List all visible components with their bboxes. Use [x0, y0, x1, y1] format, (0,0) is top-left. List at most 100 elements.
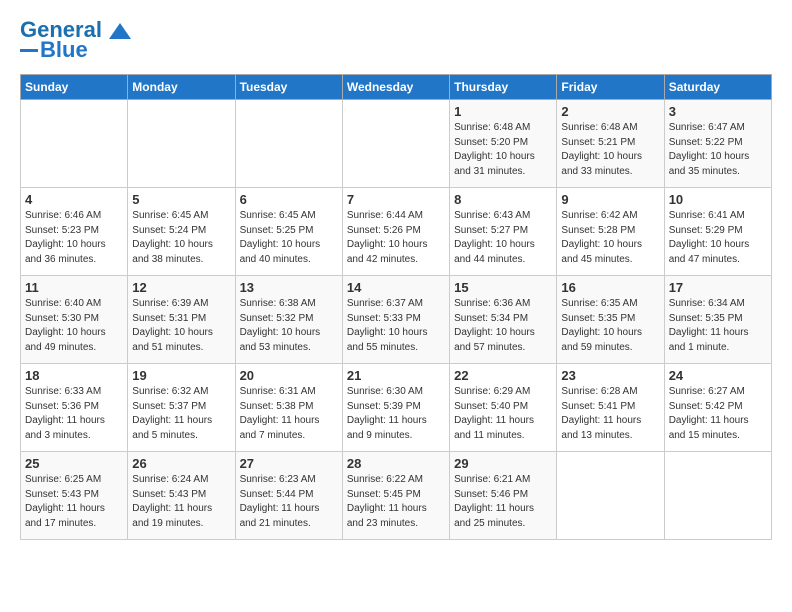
day-number: 18 [25, 368, 123, 383]
day-number: 5 [132, 192, 230, 207]
day-info: Sunrise: 6:48 AM Sunset: 5:20 PM Dayligh… [454, 121, 552, 179]
day-cell: 26 Sunrise: 6:24 AM Sunset: 5:43 PM Dayli… [128, 452, 235, 540]
day-number: 19 [132, 368, 230, 383]
day-cell: 25 Sunrise: 6:25 AM Sunset: 5:43 PM Dayli… [21, 452, 128, 540]
day-cell: 19 Sunrise: 6:32 AM Sunset: 5:37 PM Dayli… [128, 364, 235, 452]
day-info: Sunrise: 6:29 AM Sunset: 5:40 PM Dayligh… [454, 385, 552, 443]
day-info: Sunrise: 6:21 AM Sunset: 5:46 PM Dayligh… [454, 473, 552, 531]
day-cell: 6 Sunrise: 6:45 AM Sunset: 5:25 PM Daylig… [235, 188, 342, 276]
day-cell [342, 100, 449, 188]
header-cell-saturday: Saturday [664, 75, 771, 100]
day-number: 13 [240, 280, 338, 295]
day-cell: 9 Sunrise: 6:42 AM Sunset: 5:28 PM Daylig… [557, 188, 664, 276]
day-number: 15 [454, 280, 552, 295]
day-cell: 1 Sunrise: 6:48 AM Sunset: 5:20 PM Daylig… [450, 100, 557, 188]
day-info: Sunrise: 6:48 AM Sunset: 5:21 PM Dayligh… [561, 121, 659, 179]
day-cell: 24 Sunrise: 6:27 AM Sunset: 5:42 PM Dayli… [664, 364, 771, 452]
day-number: 20 [240, 368, 338, 383]
day-number: 28 [347, 456, 445, 471]
day-number: 9 [561, 192, 659, 207]
day-info: Sunrise: 6:28 AM Sunset: 5:41 PM Dayligh… [561, 385, 659, 443]
logo-blue: Blue [40, 38, 88, 62]
day-info: Sunrise: 6:24 AM Sunset: 5:43 PM Dayligh… [132, 473, 230, 531]
day-cell [557, 452, 664, 540]
day-info: Sunrise: 6:37 AM Sunset: 5:33 PM Dayligh… [347, 297, 445, 355]
day-cell: 21Sunrise: 6:30 AM Sunset: 5:39 PM Dayli… [342, 364, 449, 452]
day-info: Sunrise: 6:46 AM Sunset: 5:23 PM Dayligh… [25, 209, 123, 267]
day-cell: 3 Sunrise: 6:47 AM Sunset: 5:22 PM Daylig… [664, 100, 771, 188]
day-cell: 11Sunrise: 6:40 AM Sunset: 5:30 PM Dayli… [21, 276, 128, 364]
page: General Blue SundayMondayTuesdayWednesda… [0, 0, 792, 550]
day-number: 6 [240, 192, 338, 207]
day-cell: 22 Sunrise: 6:29 AM Sunset: 5:40 PM Dayli… [450, 364, 557, 452]
day-cell [664, 452, 771, 540]
day-number: 23 [561, 368, 659, 383]
day-cell: 12Sunrise: 6:39 AM Sunset: 5:31 PM Dayli… [128, 276, 235, 364]
header-cell-friday: Friday [557, 75, 664, 100]
day-number: 24 [669, 368, 767, 383]
day-info: Sunrise: 6:31 AM Sunset: 5:38 PM Dayligh… [240, 385, 338, 443]
day-cell: 5 Sunrise: 6:45 AM Sunset: 5:24 PM Daylig… [128, 188, 235, 276]
day-cell: 10Sunrise: 6:41 AM Sunset: 5:29 PM Dayli… [664, 188, 771, 276]
day-cell [128, 100, 235, 188]
day-cell: 29 Sunrise: 6:21 AM Sunset: 5:46 PM Dayli… [450, 452, 557, 540]
header-cell-sunday: Sunday [21, 75, 128, 100]
week-row-5: 25 Sunrise: 6:25 AM Sunset: 5:43 PM Dayli… [21, 452, 772, 540]
day-info: Sunrise: 6:45 AM Sunset: 5:25 PM Dayligh… [240, 209, 338, 267]
day-info: Sunrise: 6:45 AM Sunset: 5:24 PM Dayligh… [132, 209, 230, 267]
day-number: 3 [669, 104, 767, 119]
day-number: 22 [454, 368, 552, 383]
calendar-header: SundayMondayTuesdayWednesdayThursdayFrid… [21, 75, 772, 100]
day-info: Sunrise: 6:34 AM Sunset: 5:35 PM Dayligh… [669, 297, 767, 355]
day-info: Sunrise: 6:47 AM Sunset: 5:22 PM Dayligh… [669, 121, 767, 179]
header-cell-wednesday: Wednesday [342, 75, 449, 100]
day-number: 7 [347, 192, 445, 207]
day-cell: 7 Sunrise: 6:44 AM Sunset: 5:26 PM Daylig… [342, 188, 449, 276]
day-number: 25 [25, 456, 123, 471]
day-cell [21, 100, 128, 188]
day-number: 2 [561, 104, 659, 119]
day-number: 27 [240, 456, 338, 471]
day-cell: 14Sunrise: 6:37 AM Sunset: 5:33 PM Dayli… [342, 276, 449, 364]
week-row-4: 18Sunrise: 6:33 AM Sunset: 5:36 PM Dayli… [21, 364, 772, 452]
calendar-body: 1 Sunrise: 6:48 AM Sunset: 5:20 PM Daylig… [21, 100, 772, 540]
week-row-3: 11Sunrise: 6:40 AM Sunset: 5:30 PM Dayli… [21, 276, 772, 364]
day-number: 21 [347, 368, 445, 383]
logo-icon [109, 23, 131, 39]
day-number: 1 [454, 104, 552, 119]
day-info: Sunrise: 6:36 AM Sunset: 5:34 PM Dayligh… [454, 297, 552, 355]
day-info: Sunrise: 6:43 AM Sunset: 5:27 PM Dayligh… [454, 209, 552, 267]
header-cell-monday: Monday [128, 75, 235, 100]
day-cell [235, 100, 342, 188]
day-info: Sunrise: 6:32 AM Sunset: 5:37 PM Dayligh… [132, 385, 230, 443]
day-info: Sunrise: 6:38 AM Sunset: 5:32 PM Dayligh… [240, 297, 338, 355]
header-cell-tuesday: Tuesday [235, 75, 342, 100]
header: General Blue [20, 18, 772, 62]
day-number: 10 [669, 192, 767, 207]
day-info: Sunrise: 6:44 AM Sunset: 5:26 PM Dayligh… [347, 209, 445, 267]
day-info: Sunrise: 6:42 AM Sunset: 5:28 PM Dayligh… [561, 209, 659, 267]
day-info: Sunrise: 6:40 AM Sunset: 5:30 PM Dayligh… [25, 297, 123, 355]
day-cell: 13 Sunrise: 6:38 AM Sunset: 5:32 PM Dayli… [235, 276, 342, 364]
day-cell: 20 Sunrise: 6:31 AM Sunset: 5:38 PM Dayli… [235, 364, 342, 452]
day-cell: 4 Sunrise: 6:46 AM Sunset: 5:23 PM Daylig… [21, 188, 128, 276]
day-info: Sunrise: 6:27 AM Sunset: 5:42 PM Dayligh… [669, 385, 767, 443]
calendar-table: SundayMondayTuesdayWednesdayThursdayFrid… [20, 74, 772, 540]
day-number: 8 [454, 192, 552, 207]
day-info: Sunrise: 6:39 AM Sunset: 5:31 PM Dayligh… [132, 297, 230, 355]
day-cell: 18Sunrise: 6:33 AM Sunset: 5:36 PM Dayli… [21, 364, 128, 452]
day-number: 4 [25, 192, 123, 207]
header-row: SundayMondayTuesdayWednesdayThursdayFrid… [21, 75, 772, 100]
day-cell: 16Sunrise: 6:35 AM Sunset: 5:35 PM Dayli… [557, 276, 664, 364]
day-info: Sunrise: 6:22 AM Sunset: 5:45 PM Dayligh… [347, 473, 445, 531]
day-info: Sunrise: 6:23 AM Sunset: 5:44 PM Dayligh… [240, 473, 338, 531]
day-info: Sunrise: 6:25 AM Sunset: 5:43 PM Dayligh… [25, 473, 123, 531]
day-cell: 23 Sunrise: 6:28 AM Sunset: 5:41 PM Dayli… [557, 364, 664, 452]
week-row-1: 1 Sunrise: 6:48 AM Sunset: 5:20 PM Daylig… [21, 100, 772, 188]
day-number: 29 [454, 456, 552, 471]
day-cell: 2 Sunrise: 6:48 AM Sunset: 5:21 PM Daylig… [557, 100, 664, 188]
day-cell: 8 Sunrise: 6:43 AM Sunset: 5:27 PM Daylig… [450, 188, 557, 276]
day-number: 26 [132, 456, 230, 471]
logo: General Blue [20, 18, 131, 62]
day-cell: 27 Sunrise: 6:23 AM Sunset: 5:44 PM Dayli… [235, 452, 342, 540]
